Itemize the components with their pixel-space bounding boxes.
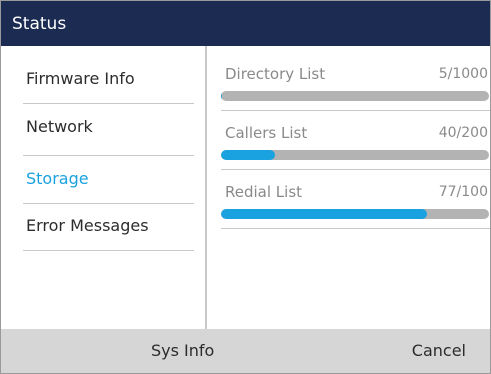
sidebar-item-firmware-info[interactable]: Firmware Info <box>23 57 194 104</box>
title-bar: Status <box>1 1 490 46</box>
list-label: Directory List <box>225 65 326 83</box>
sidebar-item-label: Network <box>26 117 93 136</box>
progress-bar-track <box>221 150 489 160</box>
sys-info-softkey[interactable]: Sys Info <box>151 329 241 373</box>
storage-panel: Directory List 5/1000 Callers List 40/20… <box>207 46 490 329</box>
callers-list-usage: Callers List 40/200 <box>221 111 490 170</box>
progress-bar-fill <box>221 150 275 160</box>
page-title: Status <box>12 14 67 34</box>
softkey-bar: Sys Info Cancel <box>1 329 490 373</box>
list-count: 40/200 <box>438 125 488 141</box>
list-count: 5/1000 <box>438 66 488 82</box>
progress-bar-fill <box>221 209 428 219</box>
list-count: 77/100 <box>438 184 488 200</box>
directory-list-usage: Directory List 5/1000 <box>221 52 490 111</box>
sidebar-item-storage[interactable]: Storage <box>23 157 194 204</box>
status-screen: Status Firmware Info Network Storage Err… <box>0 0 491 374</box>
progress-bar-fill <box>221 91 223 101</box>
sidebar-item-label: Storage <box>26 169 89 188</box>
list-label: Callers List <box>225 124 308 142</box>
list-label: Redial List <box>225 183 303 201</box>
sidebar-item-label: Firmware Info <box>26 69 135 88</box>
redial-list-usage: Redial List 77/100 <box>221 170 490 229</box>
progress-bar-track <box>221 209 489 219</box>
sidebar-item-label: Error Messages <box>26 216 149 235</box>
sidebar-item-network[interactable]: Network <box>23 109 194 156</box>
cancel-softkey[interactable]: Cancel <box>386 329 466 373</box>
sidebar-item-error-messages[interactable]: Error Messages <box>23 204 194 251</box>
sidebar-menu: Firmware Info Network Storage Error Mess… <box>1 46 205 329</box>
progress-bar-track <box>221 91 489 101</box>
